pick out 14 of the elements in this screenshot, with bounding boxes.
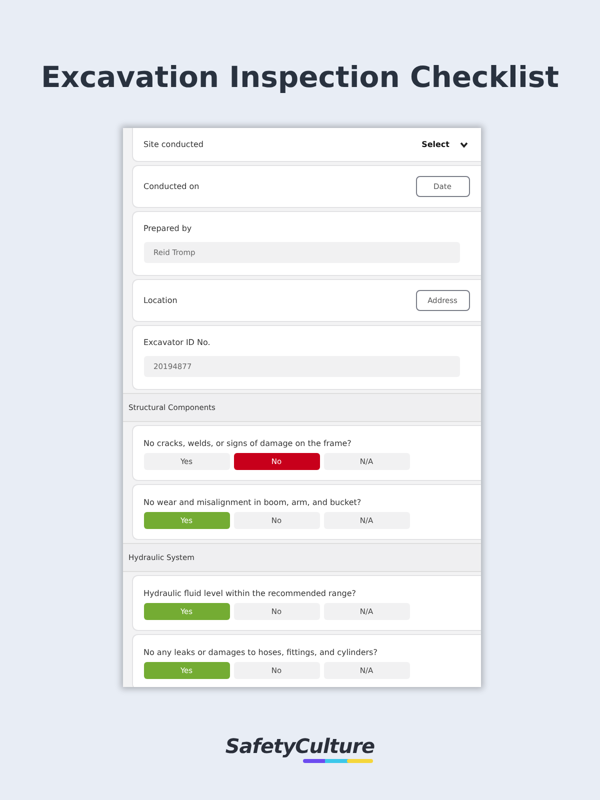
field-label: Conducted on xyxy=(144,182,200,191)
chevron-down-icon xyxy=(460,142,468,148)
question-text: Hydraulic fluid level within the recommended range? xyxy=(144,589,358,598)
logo-underline-icon xyxy=(302,759,373,763)
question-text: No any leaks or damages to hoses, fittings, and cylinders? xyxy=(144,648,378,657)
brand-logo: SafetyCulture xyxy=(225,734,375,758)
question-text: No cracks, welds, or signs of damage on the frame? xyxy=(144,439,352,448)
page-title: Excavation Inspection Checklist xyxy=(40,60,560,94)
field-label: Excavator ID No. xyxy=(144,338,212,347)
field-label: Location xyxy=(144,296,178,305)
question-text: No wear and misalignment in boom, arm, and bucket? xyxy=(144,498,362,507)
field-label: Site conducted xyxy=(144,140,204,149)
select-dropdown[interactable]: Select xyxy=(420,138,470,151)
field-label: Prepared by xyxy=(144,224,193,233)
